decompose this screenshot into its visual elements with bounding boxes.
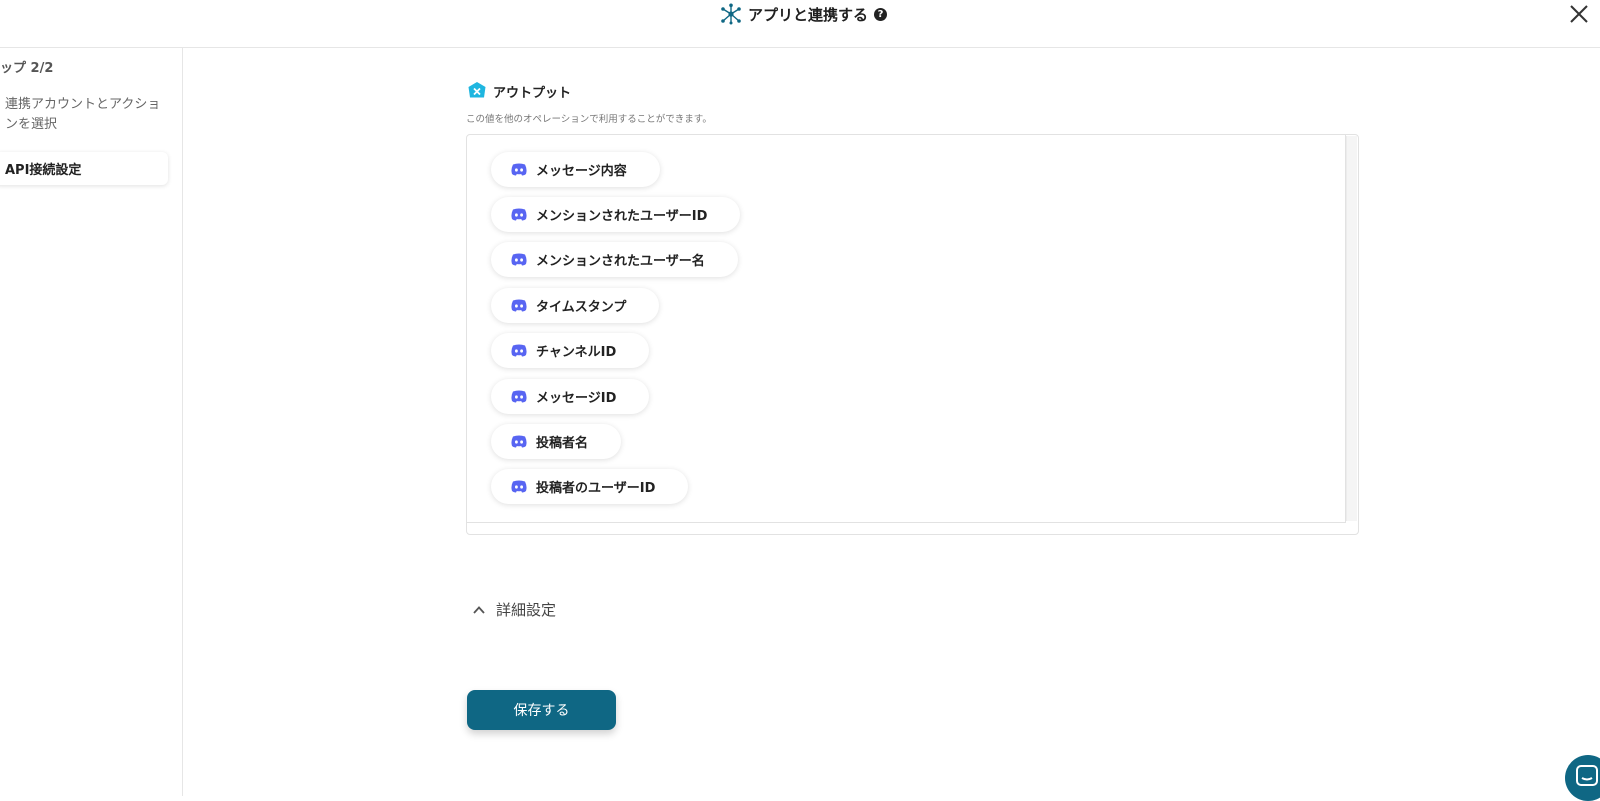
output-chip-label: タイムスタンプ (536, 300, 627, 315)
output-list-scrollbar[interactable] (1346, 136, 1357, 521)
output-chip-label: メンションされたユーザー名 (536, 254, 705, 269)
modal-header: アプリと連携する ? (0, 0, 1600, 48)
step-sidebar: ップ 2/2 連携アカウントとアクションを選択 API接続設定 (0, 48, 183, 796)
sidebar-item-api-settings[interactable]: API接続設定 (0, 152, 168, 185)
modal-title: アプリと連携する ? (720, 2, 888, 26)
output-chip-message-content[interactable]: メッセージ内容 (491, 152, 660, 187)
output-section-title: アウトプット (467, 81, 571, 101)
output-chip-mentioned-user-name[interactable]: メンションされたユーザー名 (491, 242, 738, 277)
discord-icon (511, 390, 527, 403)
output-chip-label: チャンネルID (536, 345, 617, 360)
question-circle-icon[interactable]: ? (874, 7, 888, 21)
output-chip-label: 投稿者名 (536, 436, 589, 451)
sidebar-item-select-account[interactable]: 連携アカウントとアクションを選択 (5, 95, 165, 135)
discord-icon (511, 344, 527, 357)
modal-title-text: アプリと連携する (748, 5, 869, 24)
discord-icon (511, 435, 527, 448)
output-description: この値を他のオペレーションで利用することができます。 (466, 114, 712, 125)
output-chip-author-name[interactable]: 投稿者名 (491, 424, 622, 459)
output-chip-message-id[interactable]: メッセージID (491, 379, 650, 414)
discord-icon (511, 480, 527, 493)
save-button[interactable]: 保存する (467, 690, 616, 730)
output-chip-author-user-id[interactable]: 投稿者のユーザーID (491, 469, 689, 504)
details-label: 詳細設定 (496, 601, 557, 619)
chat-launcher-button[interactable] (1565, 755, 1600, 801)
output-list-border (467, 135, 1346, 523)
output-badge-icon (468, 82, 486, 98)
discord-icon (511, 208, 527, 221)
discord-icon (511, 163, 527, 176)
output-chip-label: メンションされたユーザーID (536, 209, 708, 224)
chat-icon (1576, 765, 1598, 786)
details-toggle[interactable]: 詳細設定 (472, 599, 556, 620)
discord-icon (511, 299, 527, 312)
output-chip-label: メッセージID (536, 391, 617, 406)
output-list-box: メッセージ内容 メンションされたユーザーID メンションされたユーザー名 タイム… (466, 134, 1359, 535)
output-chip-channel-id[interactable]: チャンネルID (491, 333, 650, 368)
output-chip-mentioned-user-id[interactable]: メンションされたユーザーID (491, 197, 741, 232)
output-title: アウトプット (493, 85, 572, 101)
step-progress-label: ップ 2/2 (0, 61, 54, 76)
chevron-up-icon (473, 605, 485, 614)
output-chip-timestamp[interactable]: タイムスタンプ (491, 288, 660, 323)
output-chip-label: メッセージ内容 (536, 164, 627, 179)
output-chip-label: 投稿者のユーザーID (536, 481, 656, 496)
discord-icon (511, 253, 527, 266)
hub-network-icon (721, 3, 741, 25)
close-icon[interactable] (1567, 2, 1591, 26)
